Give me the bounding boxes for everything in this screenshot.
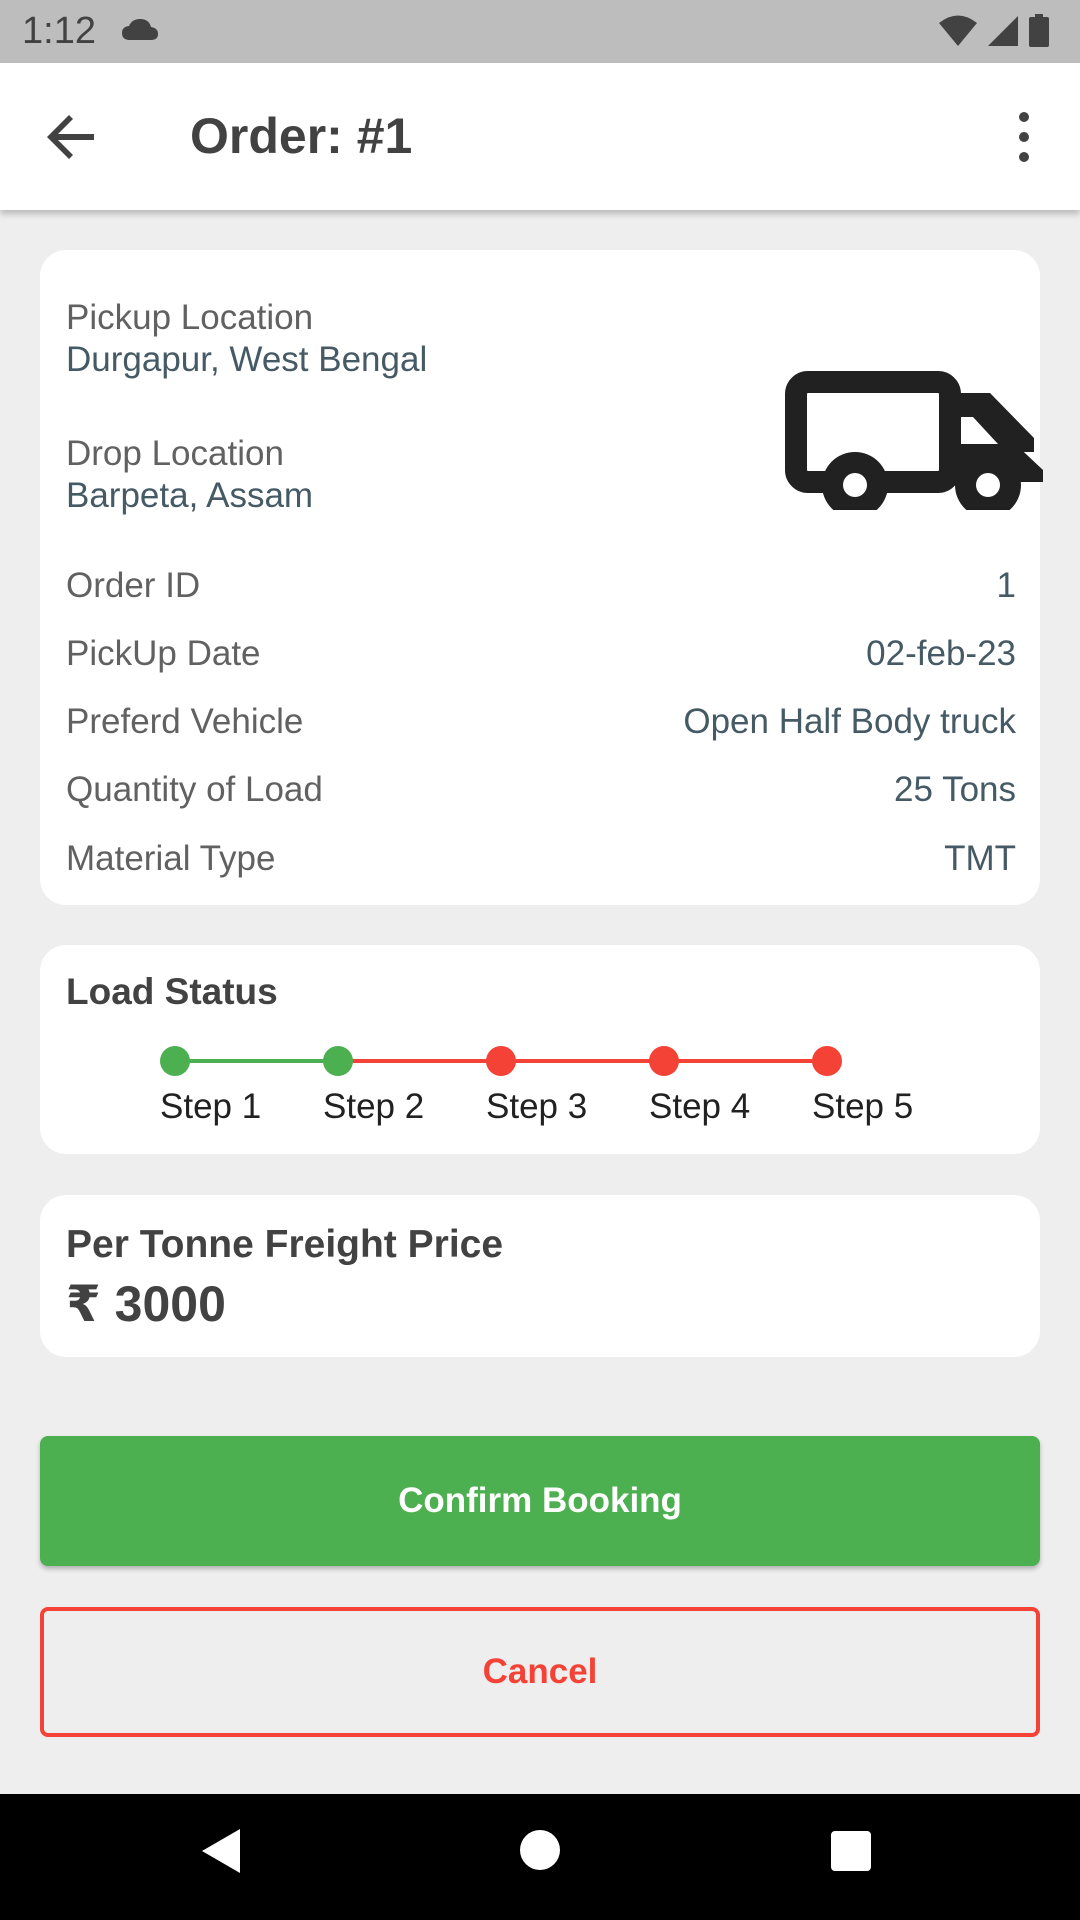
detail-value: 02-feb-23 <box>866 634 1016 673</box>
detail-key: Order ID <box>66 566 201 605</box>
detail-row-order-id: Order ID 1 <box>66 564 1016 608</box>
detail-key: Quantity of Load <box>66 770 323 809</box>
nav-back-icon[interactable] <box>200 1826 244 1876</box>
cancel-button[interactable]: Cancel <box>40 1607 1040 1737</box>
step-dot-4 <box>649 1046 679 1076</box>
drop-location-value: Barpeta, Assam <box>66 476 314 515</box>
detail-key: PickUp Date <box>66 634 261 673</box>
system-nav-bar <box>0 1794 1080 1920</box>
detail-value: TMT <box>944 839 1016 878</box>
status-bar: 1:12 <box>0 0 1080 63</box>
nav-recents-icon[interactable] <box>830 1830 872 1872</box>
pickup-location-value: Durgapur, West Bengal <box>66 340 428 379</box>
freight-price-card: Per Tonne Freight Price ₹ 3000 <box>40 1195 1040 1357</box>
detail-key: Material Type <box>66 839 276 878</box>
detail-row-quantity: Quantity of Load 25 Tons <box>66 768 1016 812</box>
step-label-5: Step 5 <box>812 1087 914 1126</box>
step-label-1: Step 1 <box>160 1087 262 1126</box>
battery-icon <box>1029 14 1049 47</box>
signal-icon <box>988 16 1018 46</box>
nav-home-icon[interactable] <box>516 1826 564 1874</box>
detail-value: Open Half Body truck <box>683 702 1016 741</box>
arrow-back-icon[interactable] <box>46 111 98 163</box>
more-vert-icon[interactable] <box>998 111 1050 163</box>
app-bar: Order: #1 <box>0 63 1080 210</box>
step-dot-1 <box>160 1046 190 1076</box>
wifi-icon <box>939 15 977 46</box>
step-label-3: Step 3 <box>486 1087 588 1126</box>
truck-icon <box>785 371 1043 510</box>
detail-row-pickup-date: PickUp Date 02-feb-23 <box>66 632 1016 676</box>
detail-row-material-type: Material Type TMT <box>66 837 1016 881</box>
step-dot-3 <box>486 1046 516 1076</box>
page-title: Order: #1 <box>190 108 413 164</box>
load-status-card: Load Status Step 1 Step 2 Step 3 Step 4 Step… <box>40 945 1040 1154</box>
order-details-card: Pickup Location Durgapur, West Bengal Dr… <box>40 250 1043 905</box>
step-label-2: Step 2 <box>323 1087 425 1126</box>
detail-row-preferred-vehicle: Preferd Vehicle Open Half Body truck <box>66 700 1016 744</box>
status-time: 1:12 <box>22 10 96 52</box>
detail-value: 1 <box>996 566 1016 605</box>
freight-price-title: Per Tonne Freight Price <box>66 1223 504 1266</box>
step-label-4: Step 4 <box>649 1087 751 1126</box>
cloud-icon <box>122 19 158 40</box>
step-dot-5 <box>812 1046 842 1076</box>
detail-key: Preferd Vehicle <box>66 702 304 741</box>
pickup-location-label: Pickup Location <box>66 298 314 337</box>
freight-price-value: ₹ 3000 <box>66 1276 226 1332</box>
status-icons <box>938 14 1050 48</box>
detail-value: 25 Tons <box>894 770 1016 809</box>
drop-location-label: Drop Location <box>66 434 284 473</box>
step-dot-2 <box>323 1046 353 1076</box>
confirm-booking-button[interactable]: Confirm Booking <box>40 1436 1040 1566</box>
